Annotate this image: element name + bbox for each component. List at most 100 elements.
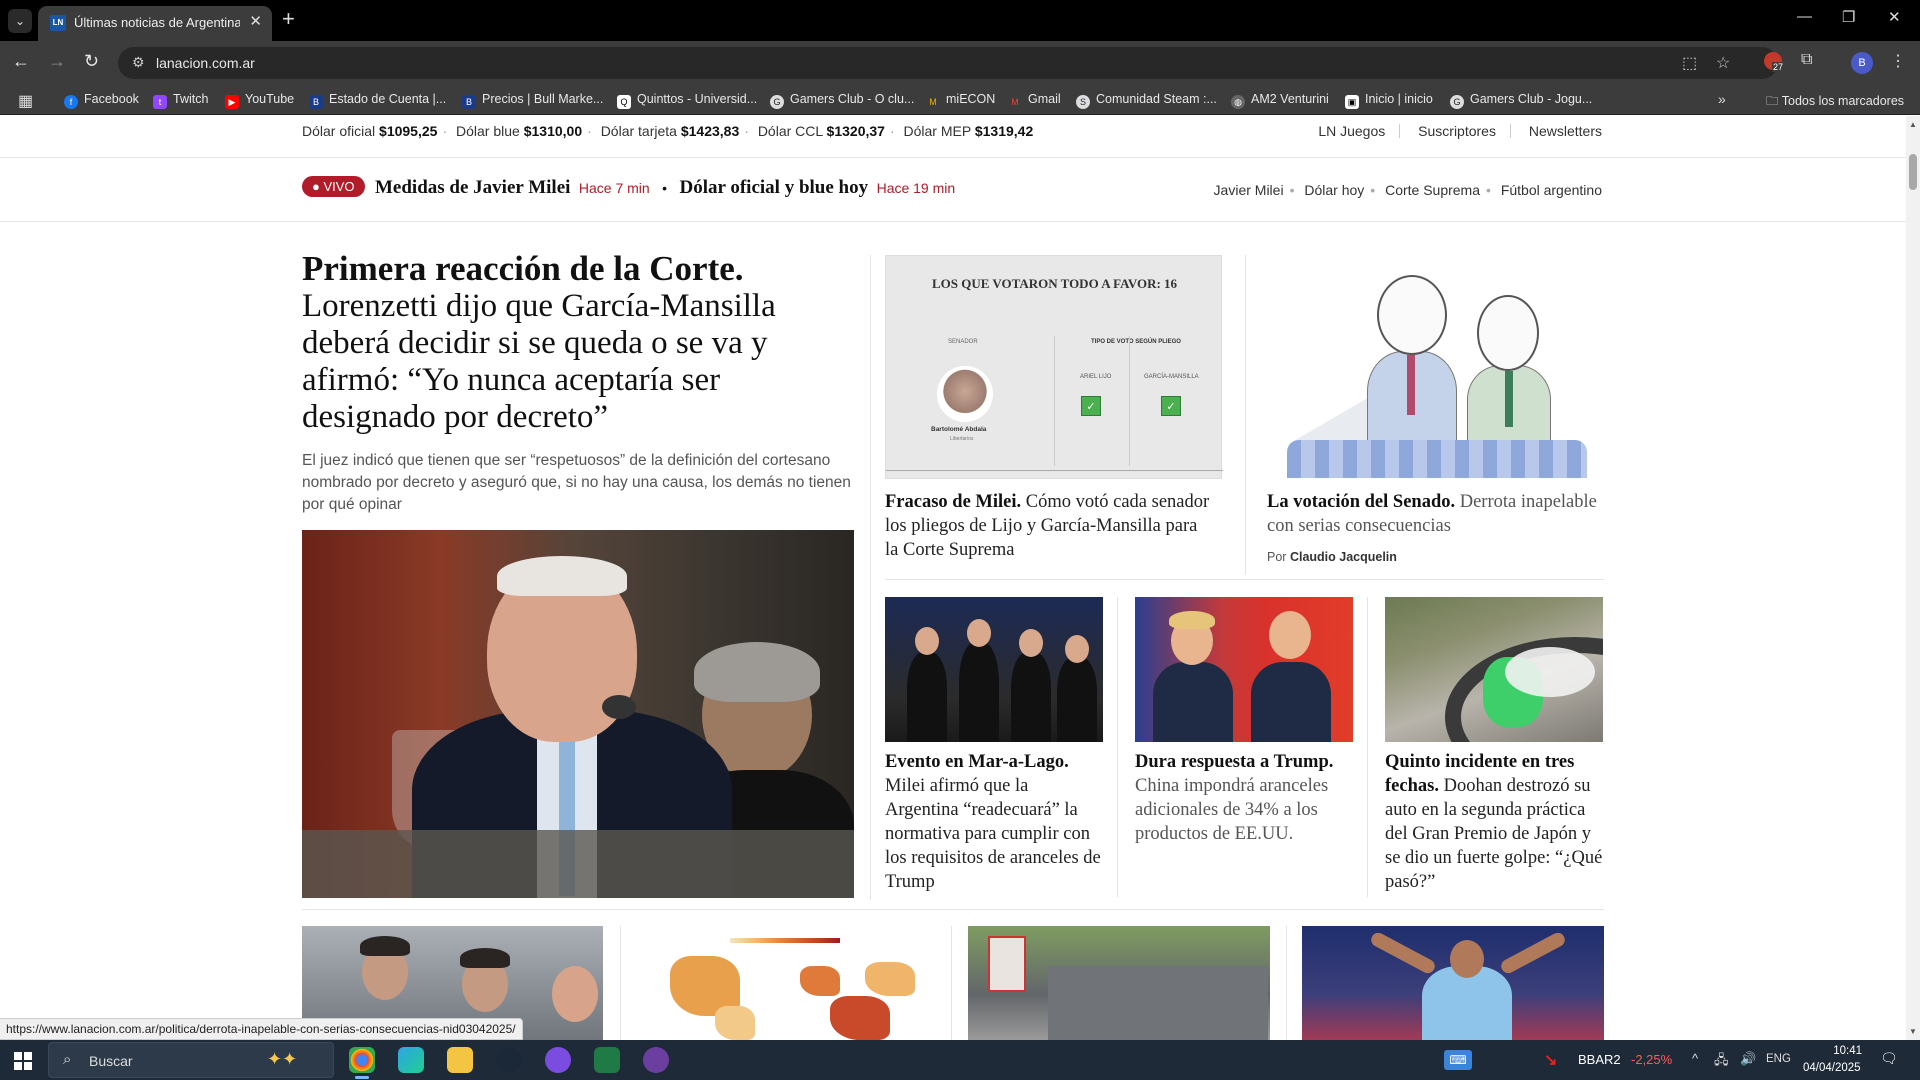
taskbar-search[interactable]: ⌕ Buscar ✦✦ — [48, 1042, 334, 1078]
menu-icon[interactable]: ⋮ — [1890, 51, 1906, 71]
address-bar[interactable]: ⚙ lanacion.com.ar ⬚ ☆ — [118, 47, 1778, 79]
keyboard-icon[interactable]: ⌨ — [1444, 1050, 1472, 1070]
live-link-dolar[interactable]: Dólar oficial y blue hoy — [680, 177, 869, 198]
topic-futbol[interactable]: Fútbol argentino — [1501, 182, 1602, 198]
bookmark-gmail[interactable]: M Gmail — [1008, 92, 1061, 109]
tab-search-icon[interactable]: ⌄ — [8, 9, 32, 33]
link-newsletters[interactable]: Newsletters — [1529, 123, 1602, 139]
clock-date[interactable]: 04/04/2025 — [1803, 1062, 1861, 1074]
photo-mar-a-lago[interactable] — [885, 597, 1103, 742]
new-tab-icon[interactable]: + — [282, 6, 295, 32]
reload-icon[interactable]: ↻ — [84, 51, 99, 72]
network-icon[interactable]: 🖧 — [1714, 1051, 1729, 1073]
author-link[interactable]: Claudio Jacquelin — [1290, 550, 1397, 564]
photo-bottom-3[interactable] — [968, 926, 1270, 1040]
topic-corte[interactable]: Corte Suprema — [1385, 182, 1480, 198]
story-senado[interactable]: La votación del Senado. Derrota inapelab… — [1267, 490, 1597, 538]
page-scrollbar[interactable]: ▲ ▼ — [1906, 116, 1920, 1040]
install-app-icon[interactable]: ⬚ — [1682, 53, 1697, 73]
chrome-app-icon[interactable] — [349, 1047, 375, 1079]
dolar-item[interactable]: Dólar MEP $1319,42 — [904, 123, 1034, 139]
dolar-item[interactable]: Dólar tarjeta $1423,83 — [601, 123, 740, 139]
lead-headline[interactable]: Lorenzetti dijo que García-Mansilla debe… — [302, 288, 862, 436]
volume-icon[interactable]: 🔊 — [1740, 1051, 1756, 1067]
steam-icon: S — [1076, 95, 1090, 109]
youtube-icon: ▶ — [225, 95, 239, 109]
excel-app-icon[interactable] — [594, 1047, 620, 1073]
dolar-item[interactable]: Dólar blue $1310,00 — [456, 123, 582, 139]
clock-time[interactable]: 10:41 — [1822, 1045, 1862, 1057]
story-china[interactable]: Dura respuesta a Trump. China impondrá a… — [1135, 750, 1357, 846]
dolar-value: $1310,00 — [523, 123, 583, 139]
photo-doohan-crash[interactable] — [1385, 597, 1603, 742]
profile-avatar[interactable]: B — [1851, 52, 1873, 74]
link-suscriptores[interactable]: Suscriptores — [1418, 123, 1496, 139]
link-ln-juegos[interactable]: LN Juegos — [1318, 123, 1385, 139]
bookmark-bull-market[interactable]: B Precios | Bull Marke... — [462, 92, 603, 109]
stock-symbol[interactable]: BBAR2 — [1578, 1052, 1621, 1067]
notification-icon[interactable]: 🗨 — [1880, 1050, 1898, 1067]
bookmark-gamers-club-2[interactable]: G Gamers Club - Jogu... — [1450, 92, 1592, 109]
bookmark-quinttos[interactable]: Q Quinttos - Universid... — [617, 92, 757, 109]
photo-bottom-4[interactable] — [1302, 926, 1604, 1040]
restore-icon[interactable]: ❐ — [1842, 8, 1855, 26]
tariff-map[interactable] — [640, 926, 934, 1040]
file-explorer-icon[interactable] — [447, 1047, 473, 1073]
close-window-icon[interactable]: ✕ — [1888, 8, 1901, 26]
bookmarks-bar: ▦ f Facebook t Twitch ▶ YouTube B Estado de … — [0, 85, 1920, 115]
live-link-milei[interactable]: Medidas de Javier Milei — [375, 177, 570, 198]
all-bookmarks-folder[interactable]: 🗀 Todos los marcadores — [1766, 92, 1904, 113]
caricature-illustration[interactable] — [1267, 255, 1587, 479]
bookmark-steam[interactable]: S Comunidad Steam :... — [1076, 92, 1217, 109]
edge-app-icon[interactable] — [398, 1047, 424, 1073]
bookmark-gamers-club-1[interactable]: G Gamers Club - O clu... — [770, 92, 914, 109]
tab-active[interactable]: LN Últimas noticias de Argentina y ✕ — [38, 6, 272, 41]
photo-trump-xi[interactable] — [1135, 597, 1353, 742]
lead-kicker[interactable]: Primera reacción de la Corte. — [302, 250, 862, 288]
infographic-col: TIPO DE VOTO SEGÚN PLIEGO — [1091, 339, 1181, 345]
tab-close-icon[interactable]: ✕ — [249, 12, 262, 30]
dolar-item[interactable]: Dólar CCL $1320,37 — [758, 123, 885, 139]
miecon-icon: M — [929, 97, 937, 107]
bookmark-miecon[interactable]: MmiECON — [926, 92, 995, 109]
topic-milei[interactable]: Javier Milei — [1214, 182, 1284, 198]
dolar-item[interactable]: Dólar oficial $1095,25 — [302, 123, 437, 139]
extensions-icon[interactable]: ⧉ — [1801, 51, 1812, 69]
bookmark-twitch[interactable]: t Twitch — [153, 92, 208, 109]
folder-icon: 🗀 — [1766, 94, 1782, 108]
apps-grid-icon[interactable]: ▦ — [18, 91, 33, 111]
scroll-down-icon[interactable]: ▼ — [1909, 1027, 1917, 1036]
site-info-icon[interactable]: ⚙ — [132, 54, 145, 71]
scroll-up-icon[interactable]: ▲ — [1909, 120, 1917, 129]
bookmark-am2[interactable]: ◍ AM2 Venturini — [1231, 92, 1329, 109]
bookmark-label: Gmail — [1028, 92, 1061, 106]
chevron-up-icon[interactable]: ^ — [1692, 1051, 1698, 1066]
live-bar: ● VIVO Medidas de Javier Milei Hace 7 mi… — [302, 176, 955, 199]
minimize-icon[interactable]: — — [1797, 8, 1812, 25]
column-divider — [1286, 926, 1287, 1040]
github-app-icon[interactable] — [643, 1047, 669, 1073]
story-mar-a-lago[interactable]: Evento en Mar-a-Lago. Milei afirmó que l… — [885, 750, 1103, 894]
language-indicator[interactable]: ENG — [1766, 1053, 1791, 1065]
live-badge: ● VIVO — [302, 176, 365, 197]
bookmark-youtube[interactable]: ▶ YouTube — [225, 92, 294, 109]
story-kicker: Fracaso de Milei. — [885, 492, 1022, 512]
lead-photo[interactable] — [302, 530, 854, 898]
more-bookmarks-icon[interactable]: » — [1718, 91, 1726, 107]
story-milei-vote[interactable]: Fracaso de Milei. Cómo votó cada senador… — [885, 490, 1215, 562]
scroll-thumb[interactable] — [1909, 154, 1917, 190]
bookmark-star-icon[interactable]: ☆ — [1716, 53, 1730, 73]
bookmark-inicio[interactable]: ▣ Inicio | inicio — [1345, 92, 1433, 109]
bookmark-estado-cuenta[interactable]: B Estado de Cuenta |... — [309, 92, 446, 109]
vote-infographic[interactable]: LOS QUE VOTARON TODO A FAVOR: 16 SENADOR… — [885, 255, 1223, 479]
back-icon[interactable]: ← — [12, 51, 30, 72]
windows-start-icon[interactable] — [14, 1052, 32, 1070]
bookmark-facebook[interactable]: f Facebook — [64, 92, 139, 109]
steam-app-icon[interactable] — [496, 1047, 522, 1073]
topic-dolar[interactable]: Dólar hoy — [1304, 182, 1364, 198]
discord-app-icon[interactable] — [545, 1047, 571, 1073]
forward-icon[interactable]: → — [48, 51, 66, 72]
dolar-value: $1319,42 — [974, 123, 1034, 139]
story-doohan[interactable]: Quinto incidente en tres fechas. Doohan … — [1385, 750, 1607, 894]
live-badge-label: VIVO — [323, 179, 355, 194]
